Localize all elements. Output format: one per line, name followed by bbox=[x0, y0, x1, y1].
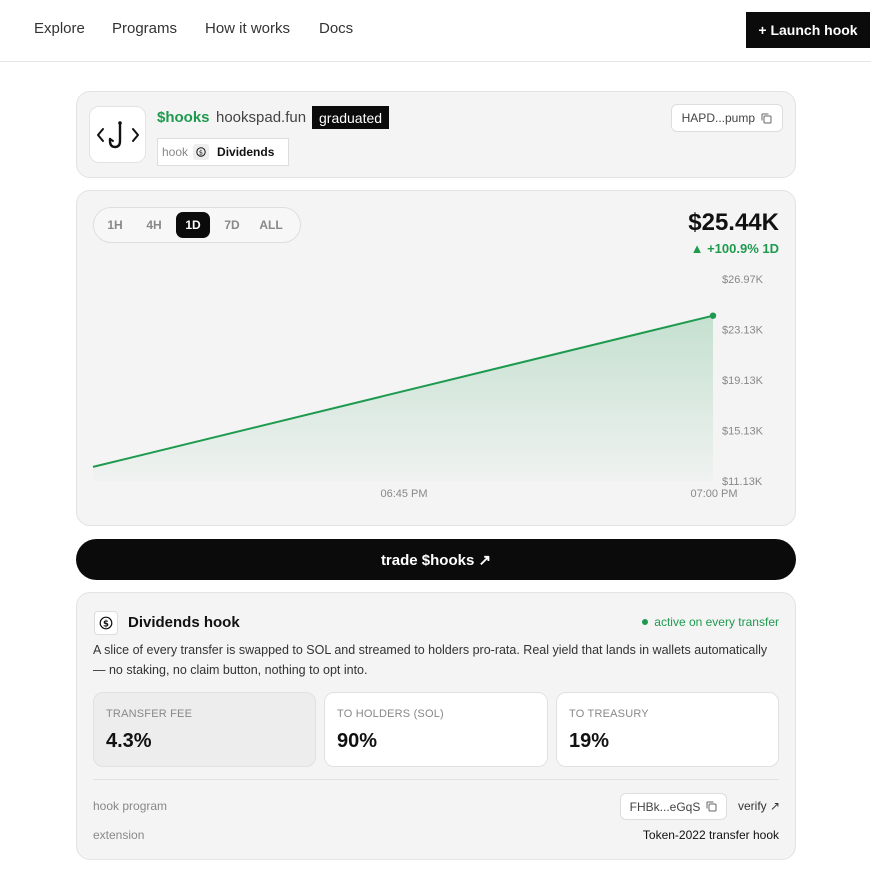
extension-value: Token-2022 transfer hook bbox=[642, 828, 779, 842]
x-tick-label: 07:00 PM bbox=[690, 488, 737, 500]
stat-to-treasury: TO TREASURY 19% bbox=[556, 692, 779, 767]
nav-docs[interactable]: Docs bbox=[319, 20, 353, 37]
hook-tag-label: hook bbox=[162, 145, 189, 159]
nav-programs[interactable]: Programs bbox=[112, 20, 177, 37]
price-chart[interactable]: $26.97K $23.13K $19.13K $15.13K $11.13K 06:45… bbox=[77, 191, 797, 527]
svg-text:$: $ bbox=[199, 148, 203, 156]
status-badge: graduated bbox=[312, 106, 390, 129]
verify-link[interactable]: verify ↗ bbox=[738, 799, 780, 813]
stat-transfer-fee: TRANSFER FEE 4.3% bbox=[93, 692, 316, 767]
hook-program-label: hook program bbox=[93, 799, 168, 813]
x-tick-label: 06:45 PM bbox=[380, 488, 427, 500]
stat-value: 90% bbox=[337, 730, 378, 752]
dollar-circle-icon: $ bbox=[94, 611, 118, 635]
top-nav: Explore Programs How it works Docs + Lau… bbox=[0, 0, 871, 62]
token-logo bbox=[89, 106, 146, 163]
dollar-icon: $ bbox=[193, 144, 210, 160]
nav-explore[interactable]: Explore bbox=[34, 20, 85, 37]
dividends-title: Dividends hook bbox=[128, 614, 240, 631]
divider bbox=[93, 779, 779, 780]
hook-tag-name: Dividends bbox=[217, 145, 275, 159]
token-address: HAPD...pump bbox=[681, 111, 755, 125]
program-address: FHBk...eGqS bbox=[629, 799, 701, 814]
token-site[interactable]: hookspad.fun bbox=[216, 109, 306, 126]
y-tick-label: $19.13K bbox=[722, 375, 764, 387]
program-address-copy-button[interactable]: FHBk...eGqS bbox=[620, 793, 727, 820]
y-tick-label: $26.97K bbox=[722, 274, 764, 286]
copy-icon bbox=[706, 801, 717, 812]
stat-to-holders: TO HOLDERS (SOL) 90% bbox=[324, 692, 548, 767]
price-chart-card: 1H 4H 1D 7D ALL $25.44K ▲ +100.9% 1D $26.97K… bbox=[76, 190, 796, 526]
dividends-description: A slice of every transfer is swapped to … bbox=[93, 643, 768, 677]
copy-icon bbox=[761, 113, 772, 123]
y-tick-label: $11.13K bbox=[722, 476, 763, 488]
stat-label: TRANSFER FEE bbox=[106, 708, 193, 720]
price-area bbox=[93, 315, 713, 481]
trade-button[interactable]: trade $hooks ↗ bbox=[76, 539, 796, 580]
active-status: active on every transfer bbox=[642, 615, 779, 629]
token-ticker: $hooks bbox=[157, 109, 210, 126]
last-price-point bbox=[709, 312, 717, 319]
hook-type-tag: hook $ Dividends bbox=[157, 138, 289, 166]
nav-how-it-works[interactable]: How it works bbox=[205, 20, 290, 37]
stat-label: TO HOLDERS (SOL) bbox=[337, 708, 444, 720]
status-dot-icon bbox=[642, 619, 649, 625]
stat-value: 4.3% bbox=[106, 730, 152, 752]
svg-text:$: $ bbox=[103, 619, 109, 629]
active-status-text: active on every transfer bbox=[654, 615, 779, 629]
launch-hook-button[interactable]: + Launch hook bbox=[746, 12, 870, 48]
hook-logo-icon bbox=[96, 120, 139, 148]
stat-label: TO TREASURY bbox=[569, 708, 649, 720]
y-tick-label: $23.13K bbox=[722, 325, 764, 337]
extension-label: extension bbox=[93, 828, 145, 842]
y-tick-label: $15.13K bbox=[722, 426, 764, 438]
stat-value: 19% bbox=[569, 730, 610, 752]
token-address-copy-button[interactable]: HAPD...pump bbox=[670, 104, 783, 132]
dividends-hook-card: $ Dividends hook active on every transfe… bbox=[76, 592, 796, 860]
token-header-card: $hooks hookspad.fun graduated hook $ Div… bbox=[76, 91, 796, 178]
